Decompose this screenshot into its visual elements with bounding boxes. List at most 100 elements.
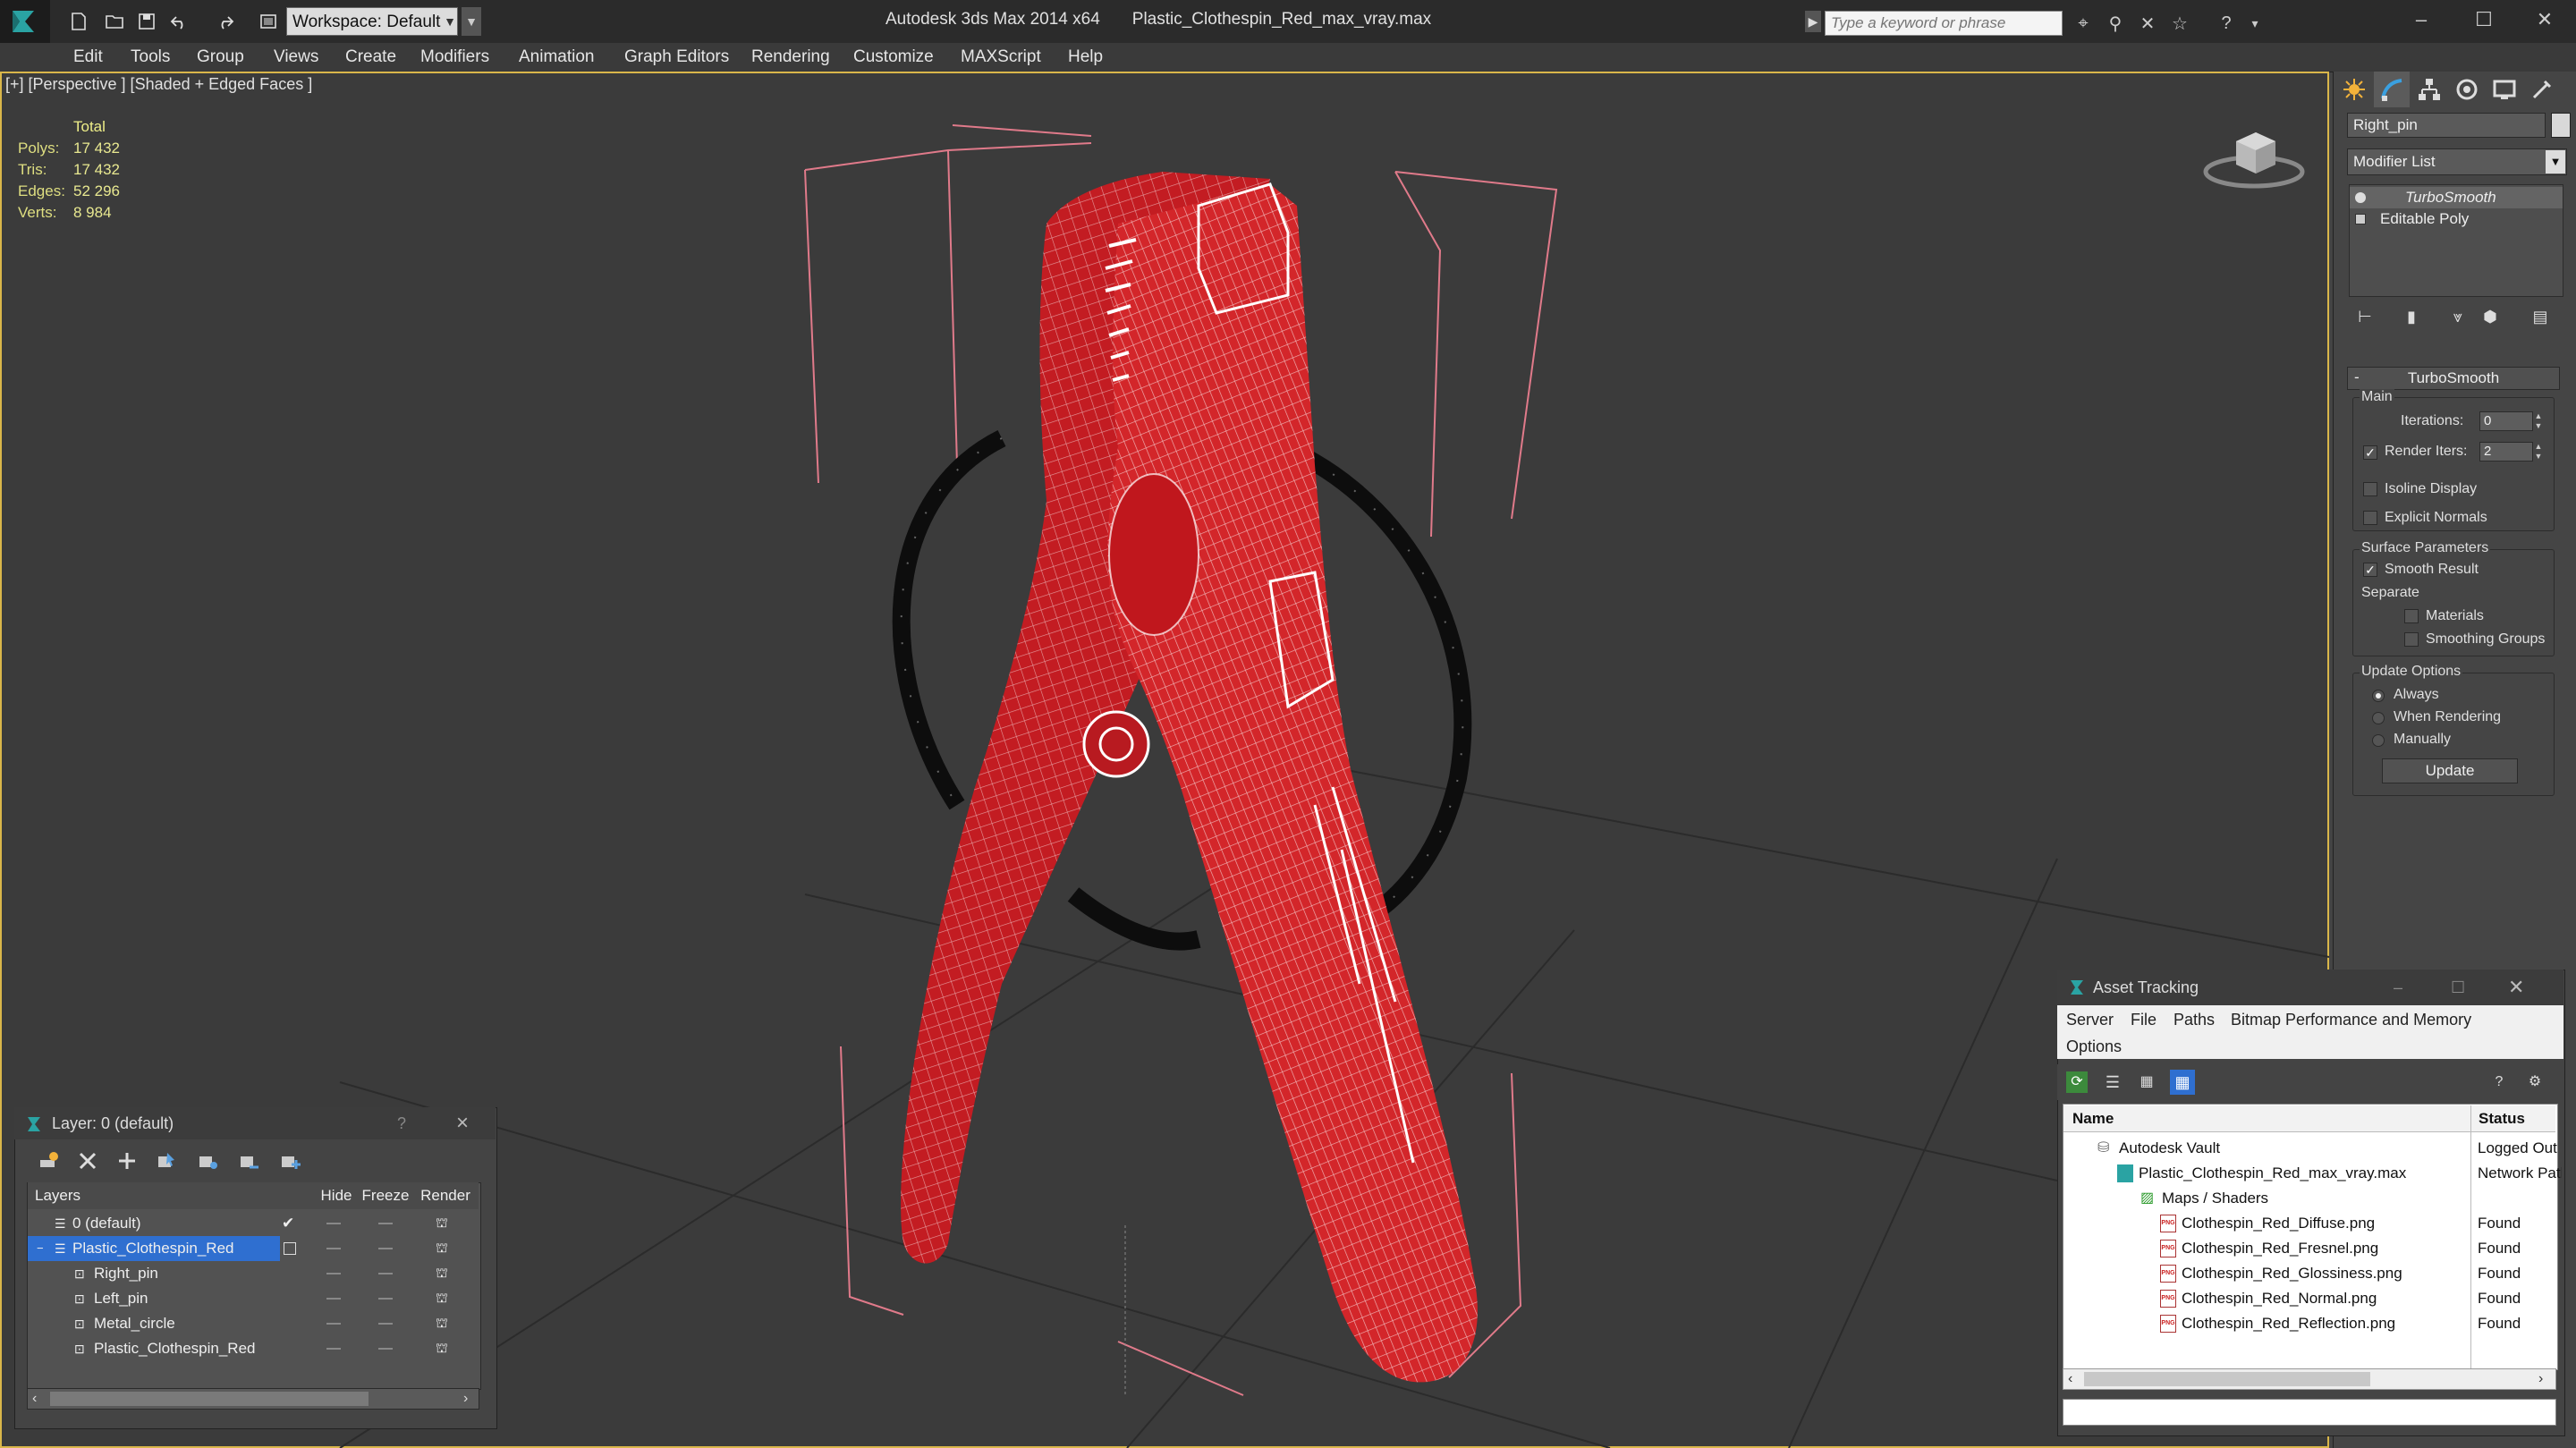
save-icon[interactable] xyxy=(132,7,161,36)
close-icon[interactable]: × xyxy=(456,1107,469,1139)
maximize-icon[interactable]: ☐ xyxy=(2451,970,2465,1005)
add-to-layer-icon[interactable] xyxy=(111,1145,143,1177)
search-input[interactable] xyxy=(1825,11,2063,36)
asset-row[interactable]: PNG Clothespin_Red_Reflection.png Found xyxy=(2063,1311,2555,1336)
motion-icon[interactable] xyxy=(2449,72,2485,107)
configure-sets-icon[interactable]: ▤ xyxy=(2528,304,2553,329)
hide-toggle[interactable] xyxy=(326,1348,341,1350)
active-layer-toggle[interactable] xyxy=(284,1242,296,1255)
collapse-icon[interactable]: − xyxy=(37,1236,44,1261)
scroll-right-icon[interactable]: › xyxy=(2538,1368,2543,1390)
teapot-render-icon[interactable]: ⛫ xyxy=(436,1286,448,1311)
smoothing-groups-checkbox[interactable] xyxy=(2404,632,2419,647)
settings-icon[interactable]: ⚙ xyxy=(2524,1071,2546,1093)
refresh-icon[interactable]: ⟳ xyxy=(2066,1071,2088,1093)
layer-row[interactable]: ⊡ Right_pin ⛫ xyxy=(28,1261,479,1286)
turbosmooth-rollout-header[interactable]: TurboSmooth xyxy=(2347,367,2560,390)
smooth-result-checkbox[interactable]: ✓ xyxy=(2363,563,2377,577)
undo-icon[interactable] xyxy=(165,7,193,36)
close-icon[interactable]: ✕ xyxy=(2513,0,2576,39)
exchange-icon[interactable]: ✕ xyxy=(2134,11,2161,36)
menu-modifiers[interactable]: Modifiers xyxy=(420,43,489,72)
minimize-icon[interactable]: – xyxy=(2390,0,2453,39)
menu-customize[interactable]: Customize xyxy=(853,43,934,72)
modifier-list-dropdown[interactable]: Modifier List xyxy=(2347,148,2567,175)
highlight-layer-icon[interactable] xyxy=(191,1145,224,1177)
active-layer-check-icon[interactable]: ✔ xyxy=(282,1211,294,1236)
freeze-toggle[interactable] xyxy=(378,1298,393,1300)
when-rendering-radio[interactable] xyxy=(2372,712,2385,724)
freeze-toggle[interactable] xyxy=(378,1248,393,1249)
workspace-dropdown[interactable]: Workspace: Default xyxy=(286,7,458,36)
menu-options[interactable]: Options xyxy=(2066,1037,2122,1056)
scroll-left-icon[interactable]: ‹ xyxy=(2068,1368,2072,1390)
menu-create[interactable]: Create xyxy=(345,43,396,72)
column-header-freeze[interactable]: Freeze xyxy=(359,1182,412,1209)
maximize-icon[interactable]: ☐ xyxy=(2453,0,2515,39)
column-header-status[interactable]: Status xyxy=(2471,1105,2555,1132)
spinner-arrows-icon[interactable]: ▲ ▼ xyxy=(2533,442,2544,461)
asset-row[interactable]: ⛁ Autodesk Vault Logged Out xyxy=(2063,1136,2557,1161)
binoculars-icon[interactable]: ⌖ xyxy=(2070,11,2097,36)
menu-graph-editors[interactable]: Graph Editors xyxy=(624,43,729,72)
isoline-display-checkbox[interactable] xyxy=(2363,482,2377,496)
update-button[interactable]: Update xyxy=(2382,758,2518,783)
hide-toggle[interactable] xyxy=(326,1273,341,1274)
freeze-toggle[interactable] xyxy=(378,1223,393,1224)
menu-animation[interactable]: Animation xyxy=(519,43,595,72)
teapot-render-icon[interactable]: ⛫ xyxy=(436,1236,448,1261)
materials-checkbox[interactable] xyxy=(2404,609,2419,623)
details-view-icon[interactable]: ▦ xyxy=(2136,1071,2157,1093)
toolbar-expand-icon[interactable]: ▼ xyxy=(462,7,481,36)
menu-paths[interactable]: Paths xyxy=(2174,1011,2215,1029)
asset-path-field[interactable] xyxy=(2063,1399,2556,1426)
close-icon[interactable]: ✕ xyxy=(2508,970,2524,1005)
column-header-layers[interactable]: Layers xyxy=(28,1182,314,1209)
menu-server[interactable]: Server xyxy=(2066,1011,2114,1029)
delete-layer-icon[interactable] xyxy=(72,1145,104,1177)
menu-group[interactable]: Group xyxy=(197,43,244,72)
freeze-toggle[interactable] xyxy=(378,1273,393,1274)
teapot-render-icon[interactable]: ⛫ xyxy=(436,1336,448,1361)
stack-item-turbosmooth[interactable]: TurboSmooth xyxy=(2350,187,2563,208)
asset-row[interactable]: PNG Clothespin_Red_Normal.png Found xyxy=(2063,1286,2555,1311)
help-dropdown-icon[interactable]: ▾ xyxy=(2241,11,2268,36)
menu-bitmap-performance[interactable]: Bitmap Performance and Memory xyxy=(2231,1011,2471,1029)
teapot-render-icon[interactable]: ⛫ xyxy=(436,1261,448,1286)
freeze-toggle[interactable] xyxy=(378,1348,393,1350)
layer-row[interactable]: − ☰ Plastic_Clothespin_Red ⛫ xyxy=(28,1236,479,1261)
chevron-down-icon[interactable]: ▼ xyxy=(2546,150,2565,174)
object-color-swatch[interactable] xyxy=(2551,113,2571,138)
render-iters-spinner[interactable]: 2 xyxy=(2479,442,2533,461)
minimize-icon[interactable]: – xyxy=(2394,970,2402,1005)
select-objects-icon[interactable] xyxy=(150,1145,182,1177)
hide-all-icon[interactable] xyxy=(233,1145,265,1177)
asset-row[interactable]: ▨ Maps / Shaders xyxy=(2063,1186,2555,1211)
render-iters-checkbox[interactable]: ✓ xyxy=(2363,445,2377,460)
explicit-normals-checkbox[interactable] xyxy=(2363,511,2377,525)
column-header-hide[interactable]: Hide xyxy=(314,1182,359,1209)
layer-dialog-titlebar[interactable]: Layer: 0 (default) ? × xyxy=(14,1107,496,1139)
pin-stack-icon[interactable]: ⊢ xyxy=(2352,304,2377,329)
modify-icon[interactable] xyxy=(2374,72,2410,107)
scroll-left-icon[interactable]: ‹ xyxy=(32,1388,37,1410)
menu-help[interactable]: Help xyxy=(1068,43,1103,72)
layer-row[interactable]: ⊡ Metal_circle ⛫ xyxy=(28,1311,479,1336)
object-name-field[interactable]: Right_pin xyxy=(2347,113,2546,138)
asset-row[interactable]: PNG Clothespin_Red_Diffuse.png Found xyxy=(2063,1211,2555,1236)
teapot-render-icon[interactable]: ⛫ xyxy=(436,1311,448,1336)
create-icon[interactable] xyxy=(2336,72,2372,107)
list-view-icon[interactable]: ☰ xyxy=(2102,1071,2123,1093)
hide-toggle[interactable] xyxy=(326,1323,341,1325)
project-folder-icon[interactable] xyxy=(254,7,283,36)
layer-row[interactable]: ⊡ Plastic_Clothespin_Red ⛫ xyxy=(28,1336,479,1361)
table-view-icon[interactable]: ▦ xyxy=(2170,1070,2195,1095)
create-layer-icon[interactable] xyxy=(32,1145,64,1177)
viewport-label[interactable]: [+] [Perspective ] [Shaded + Edged Faces… xyxy=(5,75,312,94)
expand-icon[interactable] xyxy=(2355,214,2366,224)
hierarchy-icon[interactable] xyxy=(2411,72,2447,107)
open-file-icon[interactable] xyxy=(100,7,129,36)
menu-tools[interactable]: Tools xyxy=(131,43,170,72)
menu-rendering[interactable]: Rendering xyxy=(751,43,830,72)
viewcube-icon[interactable] xyxy=(2200,116,2308,197)
